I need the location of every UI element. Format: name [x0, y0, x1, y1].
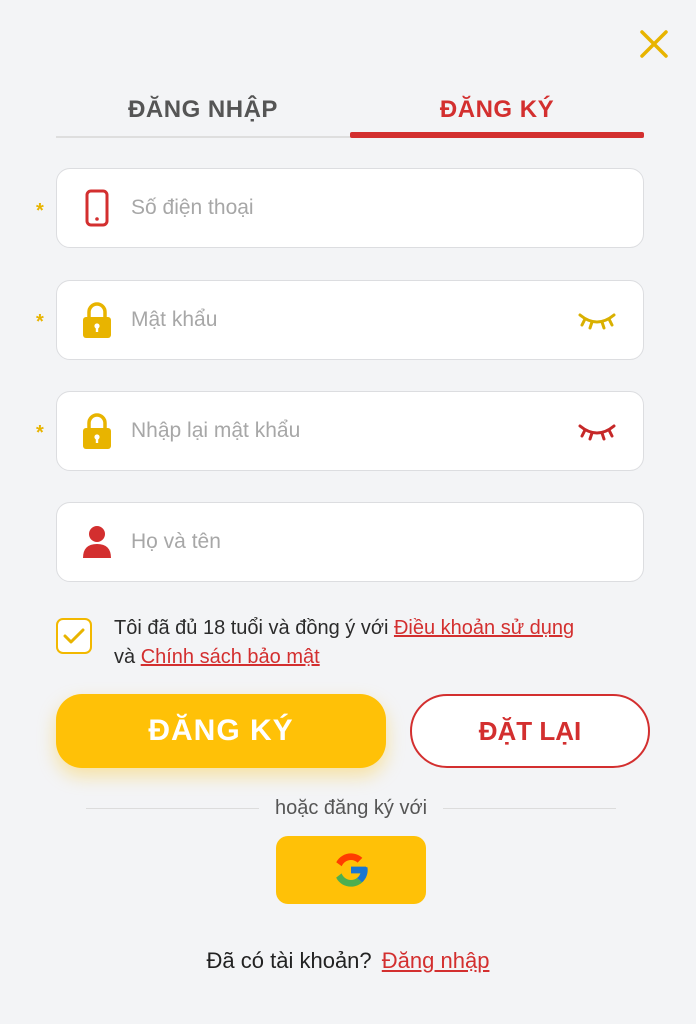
confirm-password-input[interactable]	[131, 392, 575, 470]
privacy-link[interactable]: Chính sách bảo mật	[141, 646, 320, 668]
divider-text: hoặc đăng ký với	[274, 796, 428, 819]
social-divider: hoặc đăng ký với	[86, 796, 616, 820]
divider-line-right	[443, 807, 616, 809]
agreement-text-and: và	[114, 646, 141, 668]
agreement-text-before: Tôi đã đủ 18 tuổi và đồng ý với	[114, 617, 394, 639]
tab-register[interactable]: ĐĂNG KÝ	[350, 84, 644, 138]
required-mark-confirm-password: *	[36, 422, 44, 444]
confirm-password-field	[56, 391, 644, 471]
google-icon	[334, 853, 368, 887]
agreement-text: Tôi đã đủ 18 tuổi và đồng ý với Điều kho…	[114, 614, 574, 672]
required-mark-phone: *	[36, 200, 44, 222]
register-button[interactable]: ĐĂNG KÝ	[56, 694, 386, 768]
auth-tabs: ĐĂNG NHẬP ĐĂNG KÝ	[56, 84, 644, 138]
toggle-password-visibility-icon[interactable]	[575, 305, 619, 335]
toggle-confirm-password-visibility-icon[interactable]	[575, 416, 619, 446]
lock-icon	[77, 411, 117, 451]
login-prompt-text: Đã có tài khoản?	[206, 948, 372, 973]
reset-button[interactable]: ĐẶT LẠI	[410, 694, 650, 768]
phone-field	[56, 168, 644, 248]
google-signup-button[interactable]	[276, 836, 426, 904]
phone-icon	[77, 188, 117, 228]
tab-register-label: ĐĂNG KÝ	[439, 96, 555, 123]
full-name-input[interactable]	[131, 503, 643, 581]
full-name-field	[56, 502, 644, 582]
login-link[interactable]: Đăng nhập	[382, 948, 490, 973]
required-mark-password: *	[36, 311, 44, 333]
tab-login[interactable]: ĐĂNG NHẬP	[56, 84, 350, 136]
lock-icon	[77, 300, 117, 340]
checkmark-icon	[63, 628, 85, 644]
agreement-row: Tôi đã đủ 18 tuổi và đồng ý với Điều kho…	[56, 614, 656, 672]
terms-link[interactable]: Điều khoản sử dụng	[394, 617, 574, 639]
agreement-checkbox[interactable]	[56, 618, 92, 654]
phone-input[interactable]	[131, 169, 643, 247]
close-button[interactable]	[636, 26, 672, 62]
tab-login-label: ĐĂNG NHẬP	[128, 96, 278, 123]
password-input[interactable]	[131, 281, 575, 359]
close-icon	[640, 30, 668, 58]
password-field	[56, 280, 644, 360]
user-icon	[77, 522, 117, 562]
login-prompt: Đã có tài khoản? Đăng nhập	[0, 948, 696, 974]
divider-line-left	[86, 807, 259, 809]
